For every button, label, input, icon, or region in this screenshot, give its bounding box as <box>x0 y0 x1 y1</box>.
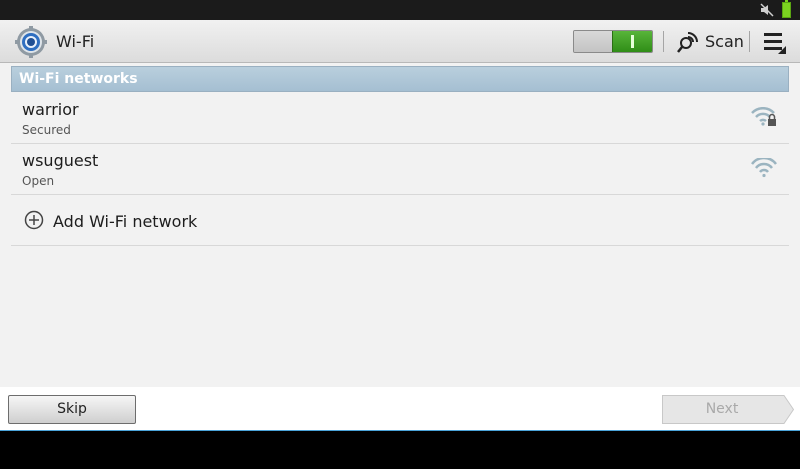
toggle-off-side <box>574 31 612 52</box>
action-divider <box>749 31 750 52</box>
wifi-settings-gear-icon[interactable] <box>15 26 47 58</box>
section-header-label: Wi-Fi networks <box>19 71 138 87</box>
battery-icon <box>782 0 791 18</box>
status-bar <box>0 0 800 20</box>
wifi-open-icon <box>751 158 777 178</box>
scan-label: Scan <box>705 32 744 51</box>
network-name: wsuguest <box>22 151 99 170</box>
network-item-wsuguest[interactable]: wsuguest Open <box>11 144 789 195</box>
network-status: Open <box>22 174 55 188</box>
scan-button[interactable]: Scan <box>672 24 746 60</box>
add-network-label: Add Wi-Fi network <box>53 212 198 231</box>
next-button[interactable]: Next <box>662 395 794 424</box>
skip-button[interactable]: Skip <box>8 395 136 424</box>
section-header: Wi-Fi networks <box>11 66 789 92</box>
add-wifi-network-item[interactable]: Add Wi-Fi network <box>11 195 789 246</box>
network-status: Secured <box>22 123 71 137</box>
action-bar: Wi-Fi Scan <box>0 20 800 63</box>
content-area: Wi-Fi networks warrior Secured wsuguest … <box>0 63 800 387</box>
network-item-warrior[interactable]: warrior Secured <box>11 93 789 144</box>
plus-circle-icon <box>24 210 44 230</box>
wifi-toggle[interactable] <box>573 30 653 53</box>
next-label: Next <box>705 401 739 417</box>
toggle-on-mark <box>631 35 634 48</box>
overflow-menu-icon[interactable] <box>758 24 792 60</box>
page-title: Wi-Fi <box>56 32 95 51</box>
muted-speaker-icon <box>760 3 774 17</box>
bottom-button-bar: Skip Next <box>0 387 800 431</box>
wifi-secured-icon <box>751 107 776 126</box>
toggle-on-side <box>612 31 652 52</box>
scan-radar-icon <box>677 32 698 53</box>
action-divider <box>663 31 664 52</box>
network-name: warrior <box>22 100 79 119</box>
system-nav-area <box>0 432 800 469</box>
